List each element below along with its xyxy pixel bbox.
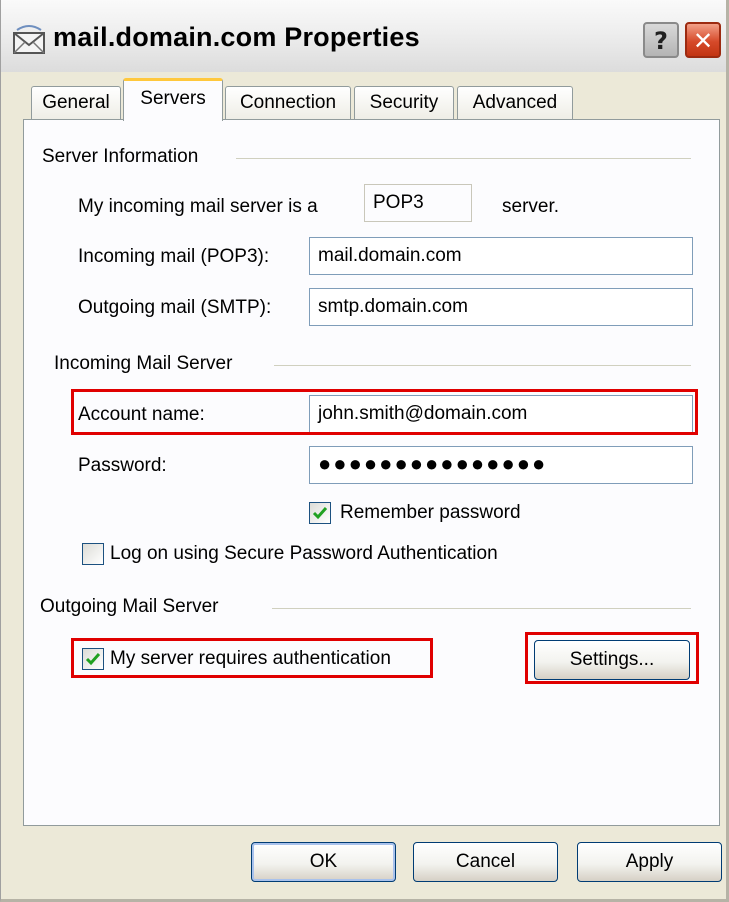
apply-button[interactable]: Apply: [577, 842, 722, 882]
checkmark-icon: [85, 653, 101, 666]
spa-checkbox[interactable]: [82, 543, 104, 565]
outgoing-mail-server-input[interactable]: smtp.domain.com: [309, 288, 693, 326]
account-name-label: Account name:: [78, 404, 205, 425]
server-requires-auth-checkbox[interactable]: [82, 648, 104, 670]
server-requires-auth-label: My server requires authentication: [110, 648, 391, 669]
properties-dialog: mail.domain.com Properties ? ✕ General S…: [0, 0, 729, 902]
tab-connection[interactable]: Connection: [225, 86, 351, 120]
checkmark-icon: [312, 507, 328, 520]
password-input[interactable]: ●●●●●●●●●●●●●●●: [309, 446, 693, 484]
settings-button[interactable]: Settings...: [534, 640, 690, 680]
password-label: Password:: [78, 455, 167, 476]
tab-servers[interactable]: Servers: [123, 78, 223, 121]
account-name-input[interactable]: john.smith@domain.com: [309, 395, 693, 433]
outgoing-mail-label: Outgoing mail (SMTP):: [78, 297, 272, 318]
title-bar[interactable]: mail.domain.com Properties ? ✕: [1, 0, 726, 72]
remember-password-label: Remember password: [340, 502, 521, 523]
incoming-mail-server-group-label: Incoming Mail Server: [54, 353, 233, 374]
mail-envelope-icon: [9, 24, 49, 56]
group-divider: [272, 608, 691, 609]
group-divider: [274, 365, 691, 366]
help-button[interactable]: ?: [643, 22, 679, 58]
dialog-title: mail.domain.com Properties: [53, 22, 420, 52]
group-divider: [236, 158, 691, 159]
incoming-mail-server-input[interactable]: mail.domain.com: [309, 237, 693, 275]
tab-security[interactable]: Security: [354, 86, 454, 120]
incoming-server-type-field: POP3: [364, 184, 472, 222]
remember-password-checkbox[interactable]: [309, 502, 331, 524]
server-suffix-label: server.: [502, 196, 560, 217]
incoming-mail-label: Incoming mail (POP3):: [78, 246, 270, 267]
tab-general[interactable]: General: [31, 86, 121, 120]
server-information-group-label: Server Information: [42, 146, 199, 167]
spa-label: Log on using Secure Password Authenticat…: [110, 543, 498, 564]
incoming-type-label: My incoming mail server is a: [78, 196, 318, 217]
cancel-button[interactable]: Cancel: [413, 842, 558, 882]
close-button[interactable]: ✕: [685, 22, 721, 58]
servers-tab-panel: Server Information My incoming mail serv…: [23, 119, 720, 826]
outgoing-mail-server-group-label: Outgoing Mail Server: [40, 596, 219, 617]
ok-button[interactable]: OK: [251, 842, 396, 882]
tab-advanced[interactable]: Advanced: [457, 86, 573, 120]
